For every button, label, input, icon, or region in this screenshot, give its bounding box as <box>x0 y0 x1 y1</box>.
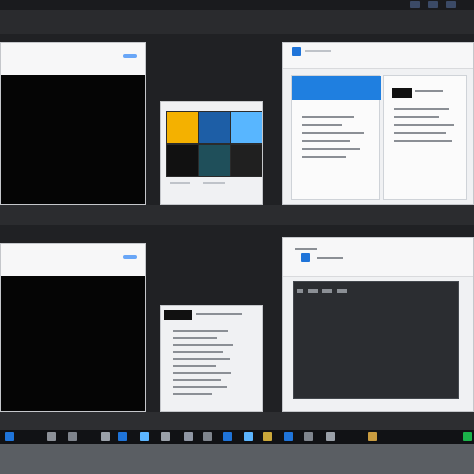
text-line <box>394 140 452 142</box>
window-bottom-right[interactable] <box>282 237 474 412</box>
taskbar <box>0 430 474 444</box>
window-thumbnail-icon[interactable] <box>410 1 420 8</box>
content-area <box>1 75 145 204</box>
text-line <box>302 140 350 142</box>
text-line <box>173 344 233 346</box>
address-pill <box>123 54 137 58</box>
text-line <box>302 132 364 134</box>
blue-banner <box>292 76 381 100</box>
text-line <box>415 90 443 92</box>
window-titlebar <box>1 43 145 76</box>
window-bottom-left[interactable] <box>0 243 146 412</box>
window-icon[interactable] <box>161 432 170 441</box>
battery-icon[interactable] <box>304 432 313 441</box>
thumbnail-image[interactable] <box>230 111 262 144</box>
bottom-wall <box>0 412 474 430</box>
text-line <box>173 358 230 360</box>
text-line <box>173 365 216 367</box>
app-icon <box>292 47 301 56</box>
window-titlebar <box>1 244 145 277</box>
black-header <box>164 310 192 320</box>
editor-panel <box>293 281 459 399</box>
text-line <box>173 372 231 374</box>
caption-line <box>203 182 225 184</box>
title-line <box>317 257 343 259</box>
window-bottom-middle[interactable] <box>160 305 263 412</box>
window-top-middle[interactable] <box>160 101 263 205</box>
window-titlebar <box>283 43 473 69</box>
window-top-left[interactable] <box>0 42 146 205</box>
app-icon <box>301 253 310 262</box>
volume-icon[interactable] <box>368 432 377 441</box>
toolbar-line <box>297 289 303 293</box>
settings-icon[interactable] <box>101 432 110 441</box>
thumbnail-image[interactable] <box>230 144 262 177</box>
window-titlebar <box>283 238 473 277</box>
window-top-right[interactable] <box>282 42 474 205</box>
thumbnail-image[interactable] <box>166 111 199 144</box>
text-line <box>394 124 454 126</box>
text-line <box>173 337 217 339</box>
file-icon[interactable] <box>47 432 56 441</box>
middle-separator <box>0 205 474 225</box>
app-icon[interactable] <box>118 432 127 441</box>
grid-icon[interactable] <box>68 432 77 441</box>
text-line <box>302 156 346 158</box>
desktop-footer <box>0 444 474 474</box>
clock-icon[interactable] <box>463 432 472 441</box>
app-icon[interactable] <box>140 432 149 441</box>
toolbar-line <box>308 289 318 293</box>
text-line <box>173 379 221 381</box>
top-strip <box>0 10 474 34</box>
toolbar-line <box>337 289 347 293</box>
right-page <box>383 75 467 200</box>
text-line <box>394 132 446 134</box>
media-icon[interactable] <box>244 432 253 441</box>
text-line <box>302 148 360 150</box>
text-line <box>302 116 354 118</box>
window-icon[interactable] <box>5 432 14 441</box>
terminal-icon[interactable] <box>223 432 232 441</box>
text-line <box>394 116 439 118</box>
text-line <box>173 351 223 353</box>
office-icon[interactable] <box>284 432 293 441</box>
text-line <box>173 330 228 332</box>
folder-icon[interactable] <box>184 432 193 441</box>
text-line <box>394 108 449 110</box>
address-pill <box>123 255 137 259</box>
thumbnail-image[interactable] <box>166 144 199 177</box>
text-line <box>302 124 342 126</box>
content-area <box>1 276 145 411</box>
thumbnail-image[interactable] <box>198 111 231 144</box>
wifi-icon[interactable] <box>326 432 335 441</box>
window-thumbnail-icon[interactable] <box>446 1 456 8</box>
black-tab <box>392 88 412 98</box>
thumbnail-image[interactable] <box>198 144 231 177</box>
title-line <box>305 50 331 52</box>
top-bar <box>0 0 474 10</box>
caption-line <box>170 182 190 184</box>
text-line <box>173 393 212 395</box>
window-thumbnail-icon[interactable] <box>428 1 438 8</box>
text-line <box>196 313 242 315</box>
store-icon[interactable] <box>263 432 272 441</box>
left-page <box>291 75 381 200</box>
text-line <box>173 386 227 388</box>
browser-icon[interactable] <box>203 432 212 441</box>
title-line <box>295 248 317 250</box>
toolbar-line <box>322 289 332 293</box>
